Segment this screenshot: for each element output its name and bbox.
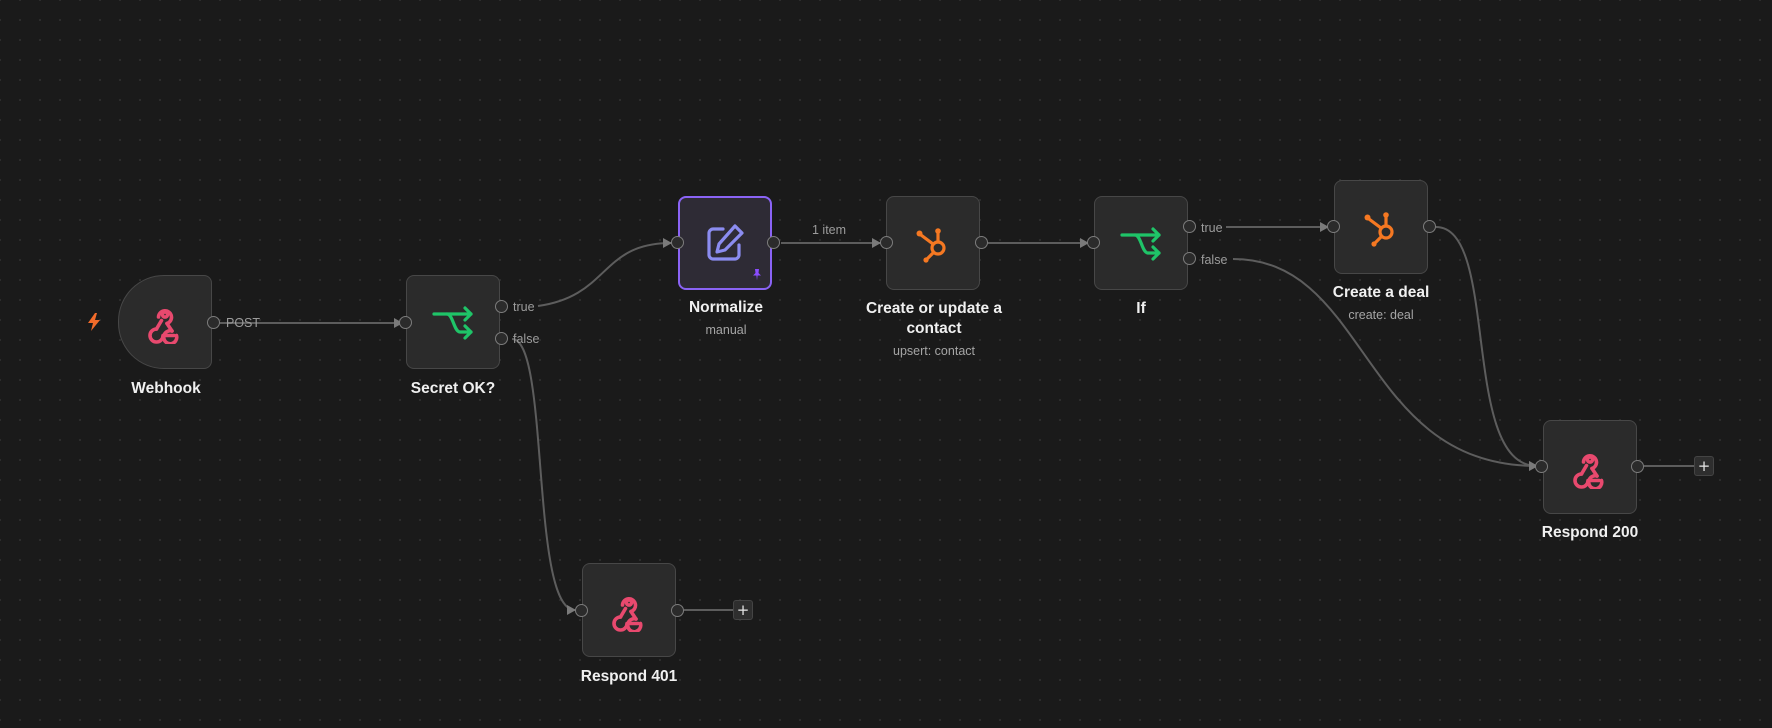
normalize-input-handle[interactable] [671, 236, 684, 249]
node-create-update-contact[interactable] [886, 196, 980, 290]
secret-node-title: Secret OK? [410, 380, 496, 397]
branch-icon [432, 306, 473, 340]
branch-icon [1120, 227, 1161, 261]
webhook-output-handle[interactable] [207, 316, 220, 329]
respond401-output-handle[interactable] [671, 604, 684, 617]
secret-false-label: false [513, 332, 540, 346]
if-input-handle[interactable] [1087, 236, 1100, 249]
contact-node-title-line2: contact [906, 320, 962, 337]
edit-icon [707, 224, 744, 261]
hubspot-icon [916, 228, 946, 263]
respond401-input-handle[interactable] [575, 604, 588, 617]
pin-icon [753, 269, 761, 281]
webhook-output-label: POST [226, 316, 261, 330]
secret-true-handle[interactable] [495, 300, 508, 313]
deal-input-handle[interactable] [1327, 220, 1340, 233]
normalize-output-handle[interactable] [767, 236, 780, 249]
respond200-output-handle[interactable] [1631, 460, 1644, 473]
contact-node-subtitle: upsert: contact [893, 344, 975, 358]
node-respond-200[interactable] [1543, 420, 1637, 514]
node-respond-401[interactable] [582, 563, 676, 657]
webhook-icon [148, 309, 179, 344]
webhook-icon [612, 597, 643, 632]
node-create-deal[interactable] [1334, 180, 1428, 274]
connections-layer [220, 222, 1694, 615]
hubspot-icon [1364, 212, 1394, 247]
connection-secret-true-normalize[interactable] [537, 238, 672, 307]
contact-node-title-line1: Create or update a [865, 300, 1003, 317]
if-false-handle[interactable] [1183, 252, 1196, 265]
if-true-handle[interactable] [1183, 220, 1196, 233]
secret-input-handle[interactable] [399, 316, 412, 329]
add-node-button-respond200[interactable]: + [1694, 456, 1714, 476]
respond200-node-title: Respond 200 [1541, 524, 1639, 541]
normalize-node-title: Normalize [688, 299, 764, 316]
normalize-items-label: 1 item [812, 223, 847, 237]
node-if[interactable] [1094, 196, 1188, 290]
contact-output-handle[interactable] [975, 236, 988, 249]
contact-input-handle[interactable] [880, 236, 893, 249]
connection-deal-respond200[interactable] [1435, 226, 1538, 471]
if-false-label: false [1201, 253, 1228, 267]
node-webhook[interactable] [118, 275, 212, 369]
webhook-icon [1573, 454, 1604, 489]
if-true-label: true [1201, 221, 1223, 235]
secret-false-handle[interactable] [495, 332, 508, 345]
respond401-node-title: Respond 401 [580, 668, 678, 685]
deal-node-title: Create a deal [1332, 284, 1430, 301]
workflow-canvas[interactable]: POST Webhook true false Secret OK? 1 ite… [0, 0, 1772, 728]
webhook-node-title: Webhook [131, 380, 201, 397]
lightning-icon [88, 313, 100, 331]
secret-true-label: true [513, 300, 535, 314]
add-node-button-respond401[interactable]: + [733, 600, 753, 620]
normalize-node-subtitle: manual [705, 323, 747, 337]
if-node-title: If [1136, 300, 1146, 317]
deal-output-handle[interactable] [1423, 220, 1436, 233]
node-secret-ok[interactable] [406, 275, 500, 369]
deal-node-subtitle: create: deal [1348, 308, 1414, 322]
respond200-input-handle[interactable] [1535, 460, 1548, 473]
node-normalize[interactable] [678, 196, 772, 290]
